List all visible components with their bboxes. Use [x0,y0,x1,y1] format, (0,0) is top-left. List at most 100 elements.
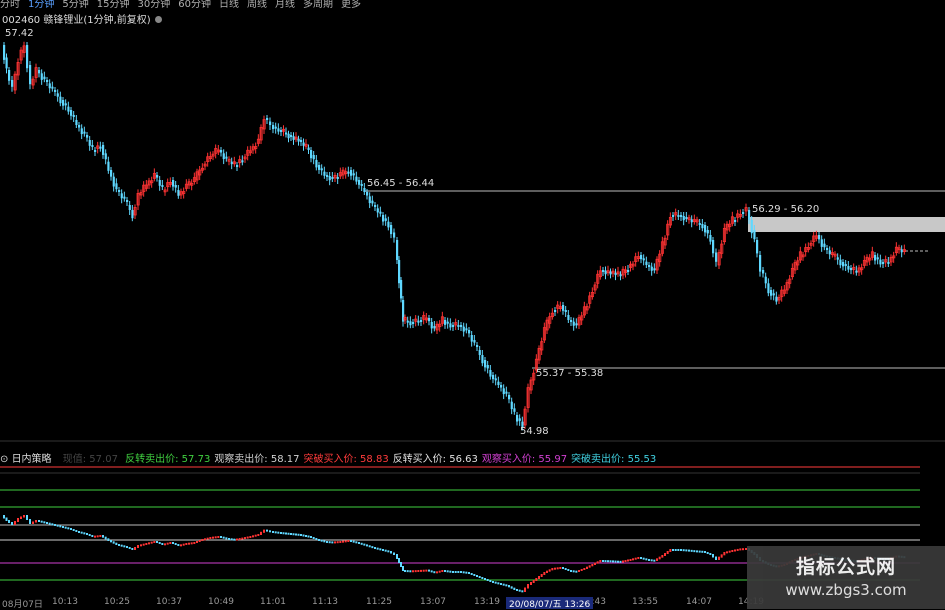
mini-candle [274,531,277,534]
candle-body [715,252,718,262]
mini-candle [723,552,726,556]
mini-candle [290,533,292,535]
mini-candle [567,569,570,571]
candle-body [602,270,605,272]
mini-candle [685,549,688,552]
mini-candle [280,532,282,534]
candle-body [844,264,847,266]
candle-body [331,177,334,179]
mini-candle [500,583,502,585]
mini-candle [387,550,390,553]
mini-candle [736,548,739,551]
candle-body [879,259,882,265]
mini-candle [128,547,131,549]
candle-body [567,315,570,320]
indicator-item-2: 突破买入价: 58.83 [303,454,389,465]
mini-candle [513,587,516,590]
candle-body [241,160,244,163]
mini-candle [518,589,521,592]
mini-candle [622,560,624,563]
candle-body [465,328,468,331]
mini-candle [596,561,599,564]
candle-body [701,224,704,229]
mini-candle [497,582,500,585]
candle-body [290,135,293,137]
candle-body [492,375,495,380]
candle-body [302,142,305,146]
mini-candle [51,523,54,526]
mini-candle [140,544,142,547]
mini-candle [551,568,554,571]
mini-candle [645,558,648,561]
mini-candle [666,551,669,554]
mini-candle [260,531,262,535]
candle-body [347,171,350,174]
candle-body [78,125,81,128]
mini-candle [59,525,62,528]
mini-candle [310,536,312,538]
candle-body [481,355,484,364]
mini-candle [315,538,318,540]
mini-candle [468,572,470,574]
mini-candle [409,570,412,573]
candle-body [379,211,382,214]
candle-body [328,176,331,181]
mini-candle [14,521,16,525]
mini-candle [607,560,609,563]
mini-candle [384,549,387,552]
indicator-name[interactable]: ⊙ 日内策略 [0,454,56,465]
candle-body [277,128,280,132]
candle-body [88,140,91,146]
candle-body [396,240,399,260]
mini-candle [312,537,315,539]
candle-body [292,136,295,140]
candle-body [473,340,476,343]
candle-body [400,280,403,299]
mini-candle [252,535,254,538]
mini-candle [110,540,112,543]
mini-candle [246,536,249,539]
candle-body [476,345,479,347]
candle-body [350,170,353,176]
candle-body [320,168,323,171]
mini-candle [538,576,540,579]
mini-candle [559,567,562,569]
mini-candle [653,559,656,562]
mini-candle [672,549,674,551]
mini-candle [78,531,80,533]
mini-candle [632,558,634,561]
mini-candle [328,541,331,544]
indicator-dim-label: 现值: 57.07 [62,454,118,465]
time-tick: 10:25 [104,597,130,607]
time-tick: 10:13 [52,597,78,607]
resist-zone-2 [748,217,945,232]
mini-candle [546,570,548,573]
mini-candle [220,536,222,538]
mini-candle [402,566,404,571]
mini-candle [640,557,642,559]
candlestick-chart[interactable] [0,0,945,597]
mini-candle [548,569,551,572]
mini-candle [225,537,228,540]
indicator-bar: ⊙ 日内策略 现值: 57.07 反转卖出价: 57.73 观察卖出价: 58.1… [0,450,664,465]
mini-candle [554,567,556,570]
mini-candle [347,540,350,542]
mini-candle [438,570,441,573]
candle-body [460,325,463,327]
candle-body [516,415,519,422]
candle-body [570,320,573,322]
candle-body [690,219,693,223]
mini-candle [38,520,40,522]
candle-body [161,185,164,187]
mini-candle [580,569,583,571]
mini-candle [204,538,206,541]
cursor-time-label: 20/08/07/五 13:26 [506,597,594,610]
indicator-item-3: 反转买入价: 56.63 [392,454,478,465]
mini-candle [594,562,596,565]
candle-body [123,196,126,199]
mini-candle [80,531,83,534]
mini-candle [602,560,604,562]
mini-candle [123,545,126,548]
candle-body [775,296,778,302]
mini-candle [228,538,230,540]
